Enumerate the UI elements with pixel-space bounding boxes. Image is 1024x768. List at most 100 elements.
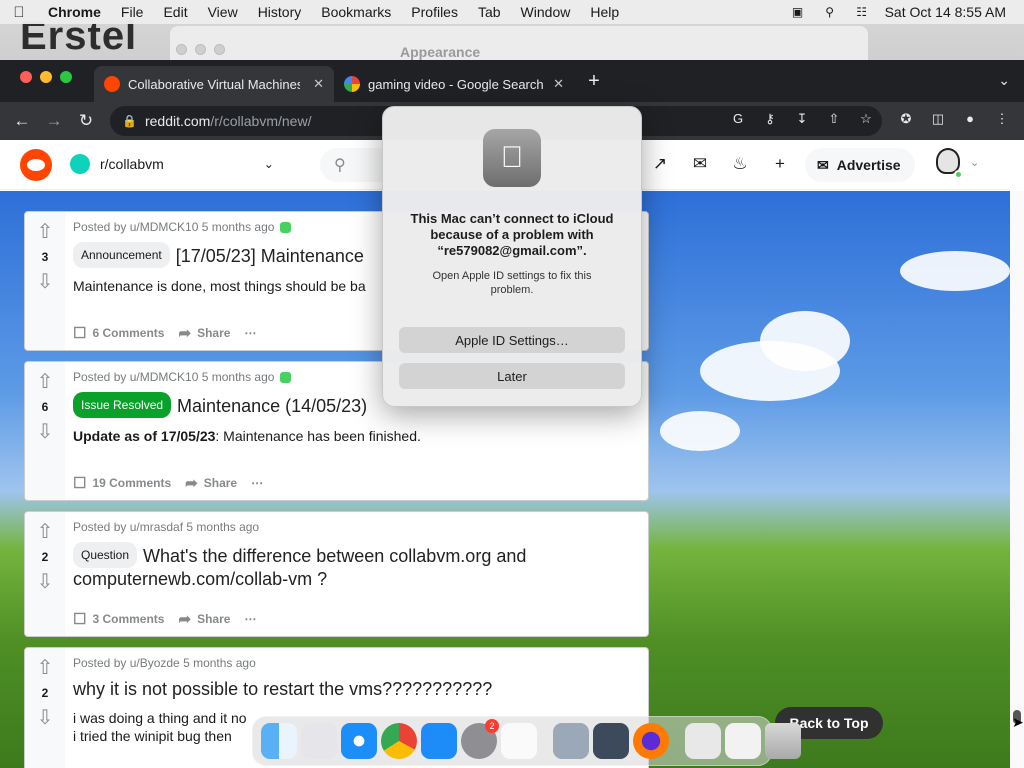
share-icon[interactable]: ⇧: [825, 111, 843, 127]
menu-help[interactable]: Help: [580, 4, 629, 20]
create-post-plus-icon[interactable]: +: [769, 154, 791, 174]
post-title[interactable]: why it is not possible to restart the vm…: [73, 679, 492, 699]
menu-edit[interactable]: Edit: [153, 4, 197, 20]
trash-icon[interactable]: [765, 723, 801, 759]
post-title[interactable]: What's the difference between collabvm.o…: [73, 546, 526, 589]
close-tab-icon[interactable]: ✕: [545, 76, 564, 92]
upvote-arrow-icon[interactable]: ⇧: [25, 220, 65, 244]
apple-menu-icon[interactable]: : [0, 4, 38, 21]
url-host: reddit.com: [144, 113, 211, 129]
more-options-icon[interactable]: ⋯: [244, 326, 256, 340]
settings-gear-icon[interactable]: [553, 723, 589, 759]
menubar-clock[interactable]: Sat Oct 14 8:55 AM: [885, 4, 1006, 20]
comments-button[interactable]: ☐ 6 Comments: [73, 324, 164, 342]
subreddit-selector[interactable]: r/collabvm ⌄: [70, 154, 274, 174]
popular-arrow-icon[interactable]: ↗: [649, 154, 671, 174]
install-app-icon[interactable]: ↧: [793, 111, 811, 127]
system-settings-icon[interactable]: 2: [461, 719, 499, 759]
google-lens-icon[interactable]: G: [729, 111, 747, 126]
firefox-icon[interactable]: [633, 723, 669, 759]
control-center-icon[interactable]: ☷: [853, 5, 871, 19]
menu-view[interactable]: View: [198, 4, 248, 20]
chrome-menu-icon[interactable]: ⋮: [993, 111, 1011, 127]
new-tab-button[interactable]: +: [584, 70, 604, 93]
icloud-alert-dialog:  This Mac can’t connect to iCloud becau…: [382, 106, 642, 407]
menu-app-name[interactable]: Chrome: [38, 4, 111, 20]
tab-google-search[interactable]: gaming video - Google Search ✕: [334, 66, 574, 102]
textedit-icon[interactable]: [501, 723, 537, 759]
more-options-icon[interactable]: ⋯: [244, 612, 256, 626]
comments-button[interactable]: ☐ 19 Comments: [73, 474, 171, 492]
dialog-title: This Mac can’t connect to iCloud because…: [410, 211, 614, 258]
post-flair[interactable]: Issue Resolved: [73, 392, 172, 418]
reload-button[interactable]: ↻: [70, 111, 102, 131]
upvote-arrow-icon[interactable]: ⇧: [25, 520, 65, 544]
back-button[interactable]: ←: [6, 111, 38, 131]
minimize-window-button[interactable]: [40, 71, 52, 83]
app-store-icon[interactable]: [421, 723, 457, 759]
safari-icon[interactable]: [341, 723, 377, 759]
downvote-arrow-icon[interactable]: ⇩: [25, 420, 65, 444]
advertise-button[interactable]: ✉ Advertise: [805, 148, 915, 182]
window-preview-icon[interactable]: [725, 723, 761, 759]
downvote-arrow-icon[interactable]: ⇩: [25, 270, 65, 294]
downvote-arrow-icon[interactable]: ⇩: [25, 706, 65, 730]
tab-title: Collaborative Virtual Machines: [128, 76, 300, 92]
more-options-icon[interactable]: ⋯: [251, 476, 263, 490]
close-tab-icon[interactable]: ✕: [305, 76, 324, 92]
menu-history[interactable]: History: [248, 4, 312, 20]
post-card[interactable]: ⇧ 2 ⇩ Posted by u/mrasdaf 5 months ago Q…: [24, 511, 649, 637]
post-meta[interactable]: Posted by u/mrasdaf 5 months ago: [73, 520, 259, 534]
zoom-window-button[interactable]: [60, 71, 72, 83]
upvote-arrow-icon[interactable]: ⇧: [25, 656, 65, 680]
post-meta[interactable]: Posted by u/MDMCK10 5 months ago: [73, 220, 274, 234]
user-menu-chevron-icon[interactable]: ⌄: [970, 156, 979, 169]
post-meta[interactable]: Posted by u/MDMCK10 5 months ago: [73, 370, 274, 384]
upvote-arrow-icon[interactable]: ⇧: [25, 370, 65, 394]
lock-icon[interactable]: 🔒: [122, 114, 137, 128]
page-scrollbar[interactable]: [1010, 191, 1024, 768]
extensions-icon[interactable]: ✪: [897, 111, 915, 127]
finder-icon[interactable]: [261, 723, 297, 759]
megaphone-icon: ✉: [817, 156, 829, 173]
post-meta[interactable]: Posted by u/Byozde 5 months ago: [73, 656, 256, 670]
comments-button[interactable]: ☐ 3 Comments: [73, 610, 164, 628]
post-title[interactable]: Maintenance (14/05/23): [177, 396, 367, 416]
post-flair[interactable]: Announcement: [73, 242, 170, 268]
menu-tab[interactable]: Tab: [468, 4, 511, 20]
menu-file[interactable]: File: [111, 4, 154, 20]
screen-mirroring-icon[interactable]: ▣: [789, 5, 807, 19]
close-window-button[interactable]: [20, 71, 32, 83]
vote-column: ⇧ 6 ⇩: [25, 362, 65, 500]
share-button[interactable]: ➦ Share: [178, 324, 230, 342]
menu-profiles[interactable]: Profiles: [401, 4, 468, 20]
side-panel-icon[interactable]: ◫: [929, 111, 947, 127]
password-key-icon[interactable]: ⚷: [761, 111, 779, 127]
forward-button[interactable]: →: [38, 111, 70, 131]
vote-column: ⇧ 3 ⇩: [25, 212, 65, 350]
share-label: Share: [197, 326, 231, 340]
post-flair[interactable]: Question: [73, 542, 138, 568]
menu-bookmarks[interactable]: Bookmarks: [311, 4, 401, 20]
menu-window[interactable]: Window: [511, 4, 581, 20]
downloads-folder-icon[interactable]: [685, 723, 721, 759]
bookmark-star-icon[interactable]: ☆: [857, 111, 875, 127]
spotlight-search-icon[interactable]: ⚲: [821, 5, 839, 19]
reddit-logo-icon[interactable]: [20, 149, 52, 181]
user-avatar[interactable]: [936, 148, 964, 180]
tab-search-chevron-icon[interactable]: ⌄: [998, 72, 1010, 89]
downvote-arrow-icon[interactable]: ⇩: [25, 570, 65, 594]
post-title[interactable]: [17/05/23] Maintenance: [176, 246, 364, 266]
share-button[interactable]: ➦ Share: [178, 610, 230, 628]
tab-reddit[interactable]: Collaborative Virtual Machines ✕: [94, 66, 334, 102]
launchpad-icon[interactable]: [301, 723, 337, 759]
apple-id-settings-button[interactable]: Apple ID Settings…: [399, 327, 625, 353]
profile-icon[interactable]: ●: [961, 111, 979, 126]
share-button[interactable]: ➦ Share: [185, 474, 237, 492]
chat-icon[interactable]: ✉: [689, 154, 711, 174]
chrome-icon[interactable]: [381, 723, 417, 759]
notification-bell-icon[interactable]: ♨: [729, 154, 751, 174]
share-arrow-icon: ➦: [185, 475, 198, 492]
quicktime-icon[interactable]: [593, 723, 629, 759]
later-button[interactable]: Later: [399, 363, 625, 389]
